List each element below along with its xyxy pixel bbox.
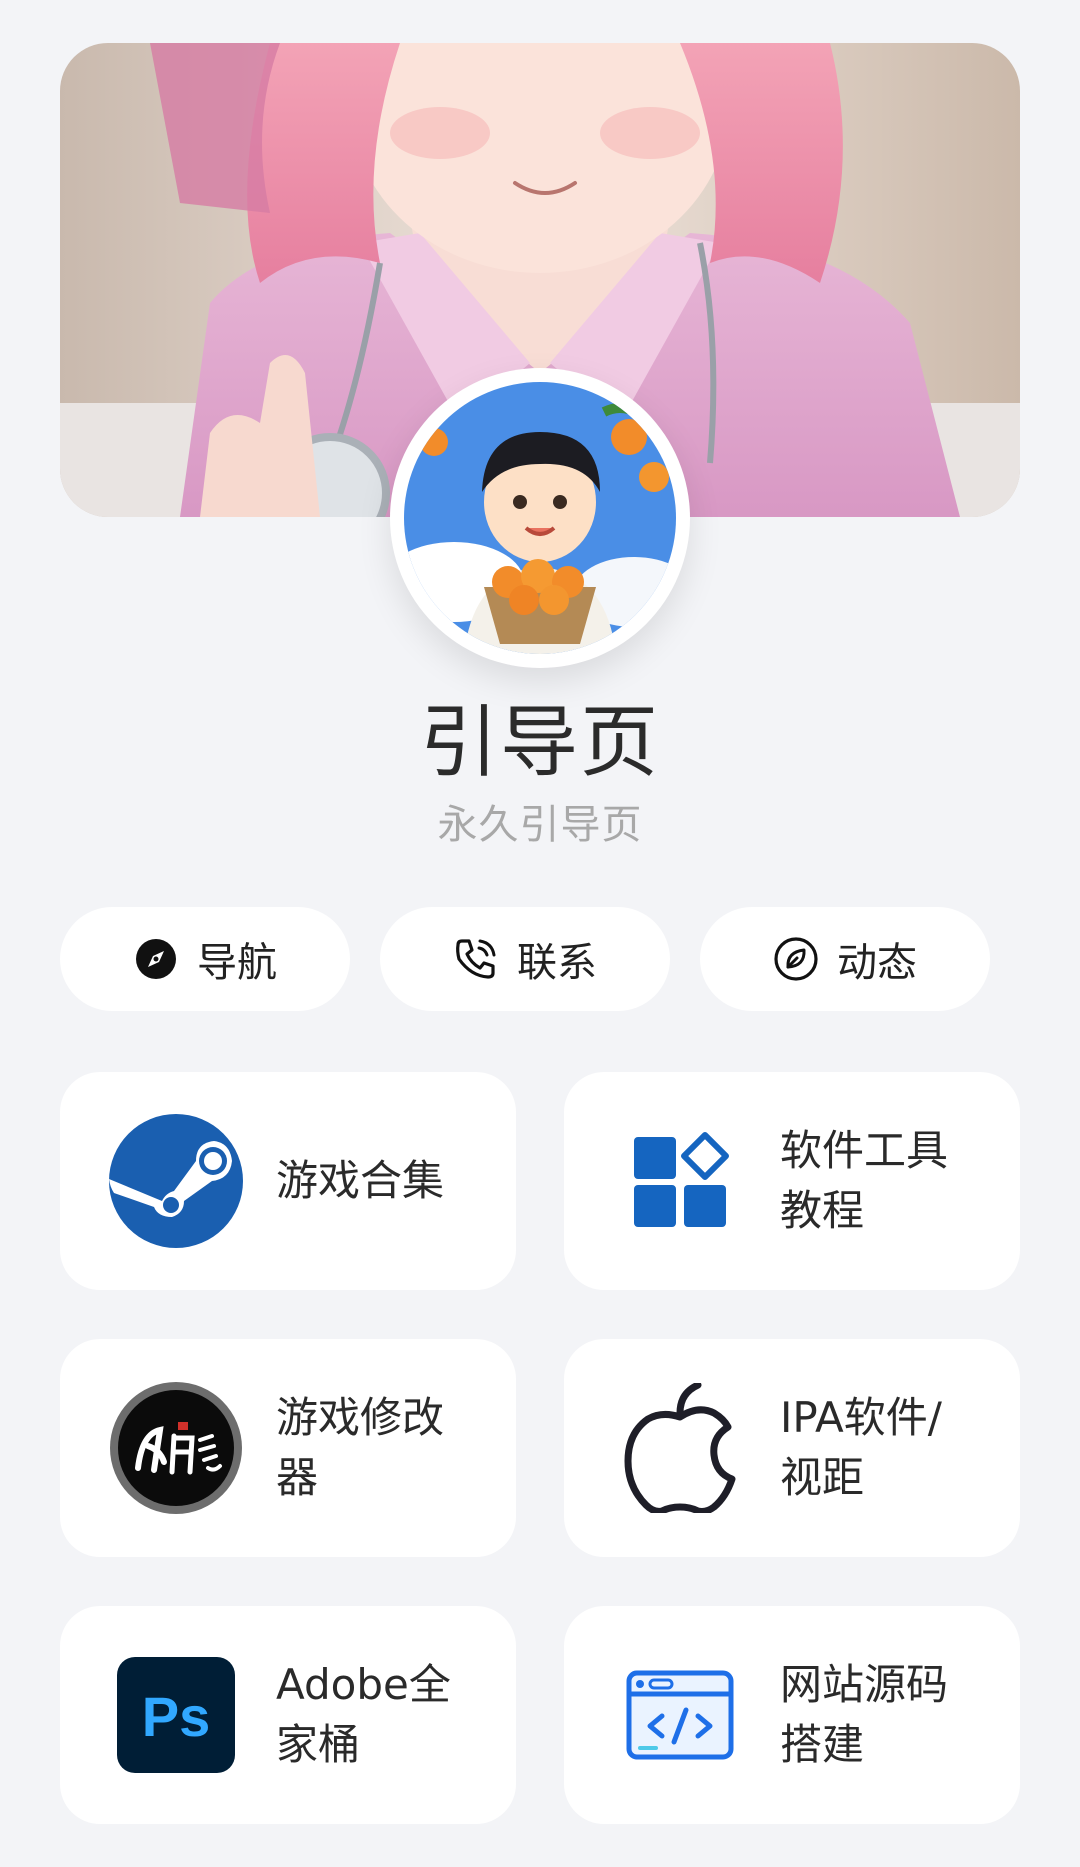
card-label: 网站源码搭建 — [780, 1660, 949, 1769]
apps-grid-icon — [612, 1113, 748, 1249]
card-label: Adobe全家桶 — [276, 1660, 451, 1769]
contact-pill-button[interactable]: 联系 — [380, 907, 670, 1011]
card-game-trainer[interactable]: 游戏修改器 — [60, 1339, 516, 1557]
moments-pill-label: 动态 — [837, 940, 917, 986]
phone-icon — [453, 936, 499, 982]
card-label: IPA软件/视距 — [780, 1393, 942, 1502]
card-website-source[interactable]: 网站源码搭建 — [564, 1606, 1020, 1824]
card-game-collection[interactable]: 游戏合集 — [60, 1072, 516, 1290]
code-window-icon — [612, 1647, 748, 1783]
compass-icon — [133, 936, 179, 982]
card-label: 游戏修改器 — [276, 1393, 445, 1502]
fengyueyingying-logo — [108, 1380, 244, 1516]
photoshop-icon: Ps — [108, 1647, 244, 1783]
nav-pill-button[interactable]: 导航 — [60, 907, 350, 1011]
card-label: 软件工具教程 — [780, 1126, 949, 1235]
card-adobe-suite[interactable]: Ps Adobe全家桶 — [60, 1606, 516, 1824]
leaf-circle-icon — [773, 936, 819, 982]
apple-icon — [612, 1380, 748, 1516]
card-software-tools[interactable]: 软件工具教程 — [564, 1072, 1020, 1290]
steam-icon — [108, 1113, 244, 1249]
card-ipa-software[interactable]: IPA软件/视距 — [564, 1339, 1020, 1557]
page-subtitle: 永久引导页 — [437, 802, 643, 848]
moments-pill-button[interactable]: 动态 — [700, 907, 990, 1011]
page-title: 引导页 — [419, 698, 660, 788]
avatar-image — [404, 382, 676, 654]
ps-logo-text: Ps — [142, 1685, 211, 1748]
card-label: 游戏合集 — [276, 1156, 445, 1205]
avatar[interactable] — [390, 368, 690, 668]
contact-pill-label: 联系 — [517, 940, 597, 986]
nav-pill-label: 导航 — [197, 940, 277, 986]
